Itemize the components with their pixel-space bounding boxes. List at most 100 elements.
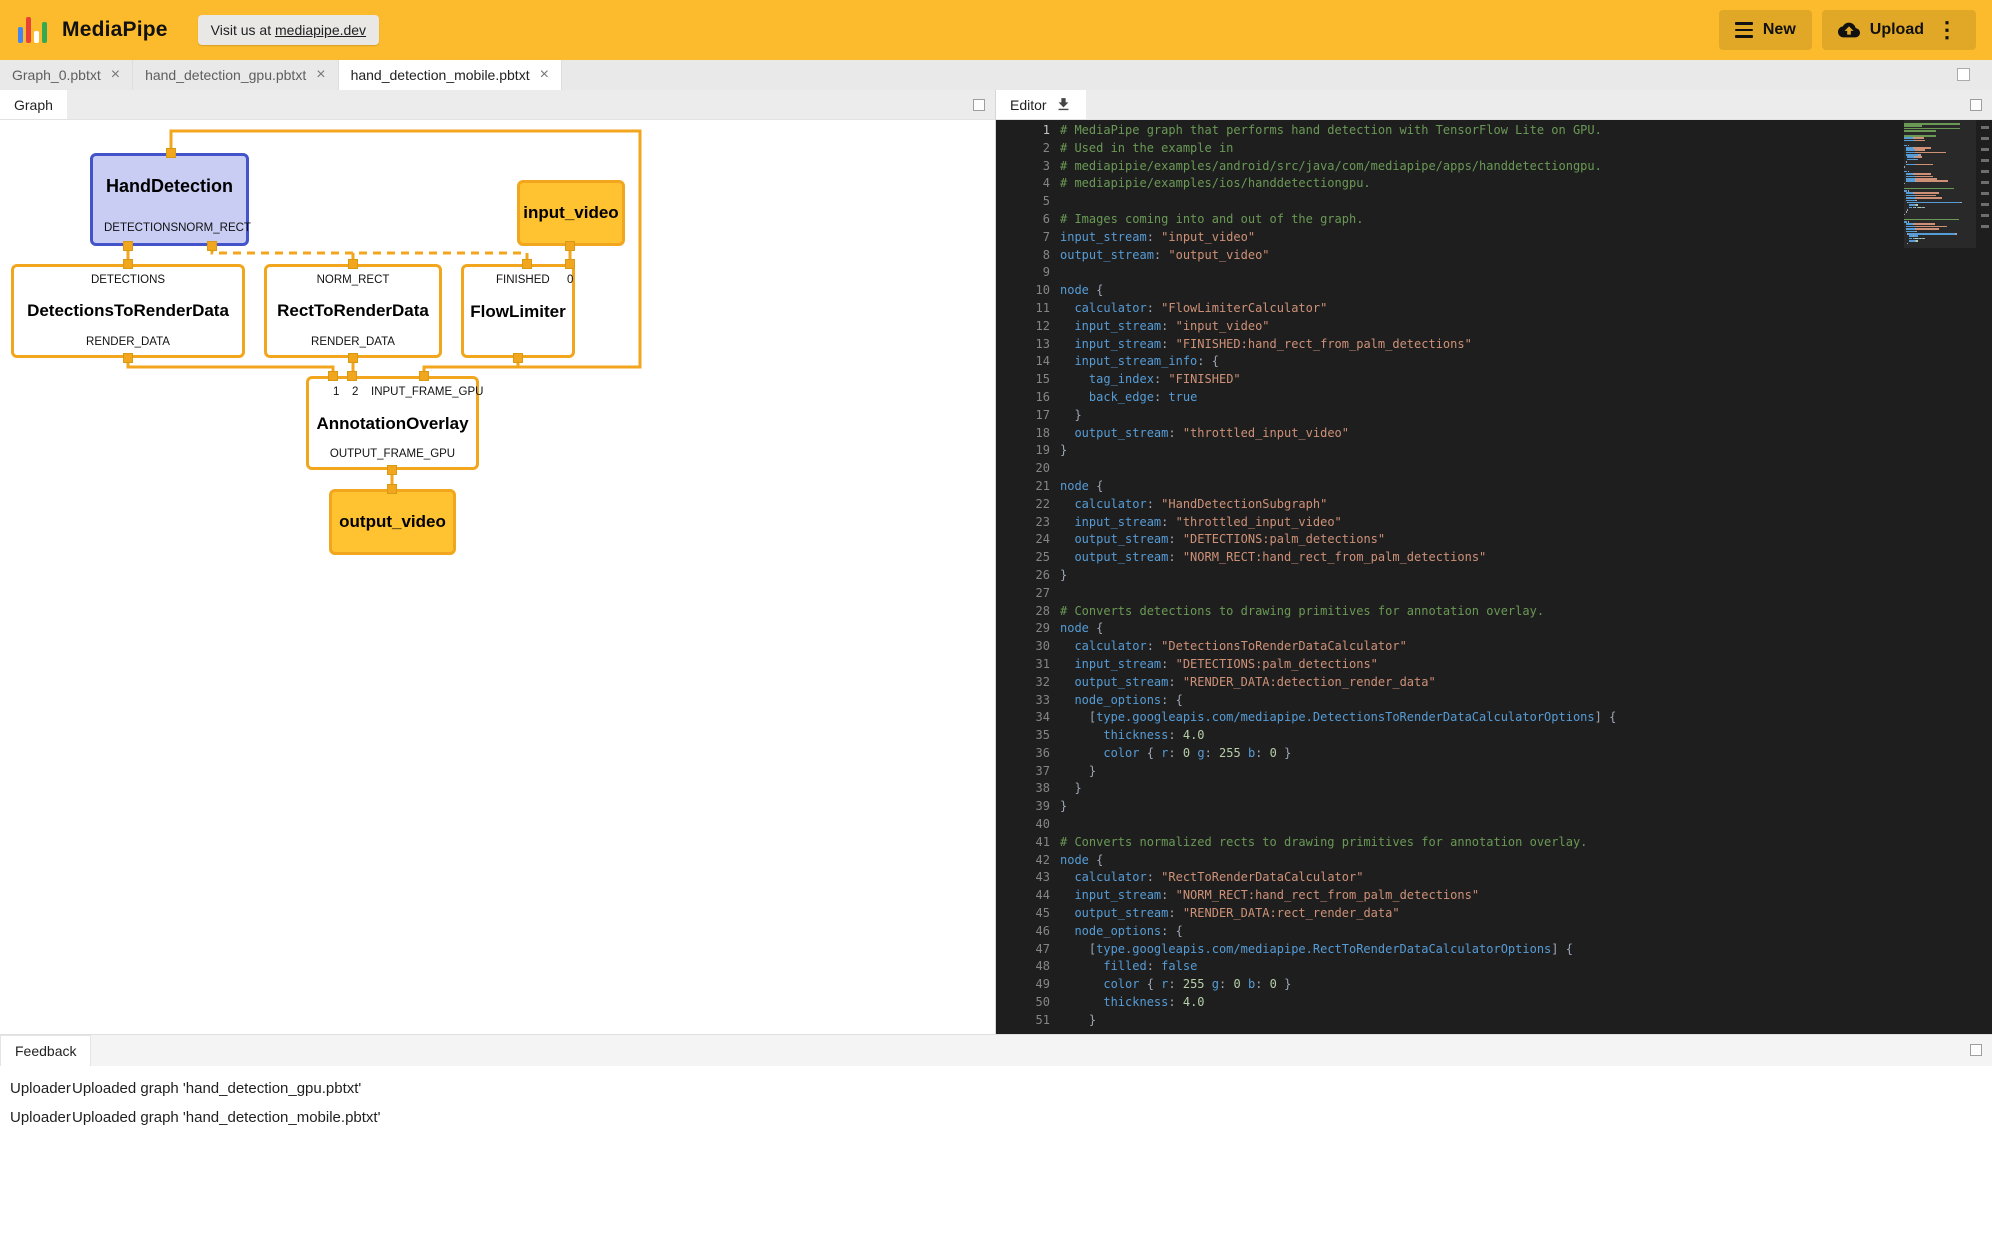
port[interactable] <box>565 241 575 251</box>
code-line[interactable]: tag_index: "FINISHED" <box>1060 371 1992 389</box>
code-line[interactable] <box>1060 264 1992 282</box>
restore-window-icon[interactable] <box>1957 68 1970 81</box>
graph-node-hand-detection[interactable]: HandDetection DETECTIONS NORM_RECT <box>90 153 249 246</box>
close-tab-icon[interactable]: × <box>316 67 325 83</box>
expand-editor-panel-icon[interactable] <box>1970 99 1982 111</box>
upload-button[interactable]: Upload ⋮ <box>1822 10 1976 50</box>
graph-canvas[interactable]: HandDetection DETECTIONS NORM_RECT input… <box>0 120 995 1034</box>
code-line[interactable]: filled: false <box>1060 958 1992 976</box>
tab-graph[interactable]: Graph <box>0 90 67 119</box>
tab-editor[interactable]: Editor <box>996 90 1086 119</box>
file-tab-label: Graph_0.pbtxt <box>12 67 101 83</box>
code-line[interactable] <box>1060 193 1992 211</box>
code-line[interactable]: calculator: "HandDetectionSubgraph" <box>1060 496 1992 514</box>
code-line[interactable]: node { <box>1060 478 1992 496</box>
code-line[interactable]: # Converts detections to drawing primiti… <box>1060 603 1992 621</box>
code-line[interactable]: output_stream: "throttled_input_video" <box>1060 425 1992 443</box>
expand-feedback-panel-icon[interactable] <box>1970 1044 1982 1056</box>
port[interactable] <box>348 353 358 363</box>
code-line[interactable]: } <box>1060 567 1992 585</box>
code-line[interactable]: input_stream_info: { <box>1060 353 1992 371</box>
code-line[interactable]: # mediapipie/examples/ios/handdetectiong… <box>1060 175 1992 193</box>
code-line[interactable] <box>1060 585 1992 603</box>
code-line[interactable]: node_options: { <box>1060 692 1992 710</box>
close-tab-icon[interactable]: × <box>540 67 549 83</box>
code-line[interactable] <box>1060 816 1992 834</box>
port[interactable] <box>522 259 532 269</box>
file-tab[interactable]: Graph_0.pbtxt × <box>0 60 133 90</box>
close-tab-icon[interactable]: × <box>111 67 120 83</box>
code-line[interactable]: } <box>1060 780 1992 798</box>
graph-node-annotation-overlay[interactable]: 1 2 INPUT_FRAME_GPU AnnotationOverlay OU… <box>306 376 479 470</box>
code-line[interactable]: output_stream: "RENDER_DATA:detection_re… <box>1060 674 1992 692</box>
code-line[interactable]: input_stream: "throttled_input_video" <box>1060 514 1992 532</box>
code-line[interactable]: # mediapipie/examples/android/src/java/c… <box>1060 158 1992 176</box>
code-line[interactable]: node { <box>1060 282 1992 300</box>
line-number: 10 <box>996 282 1060 300</box>
graph-node-detections-to-render-data[interactable]: DETECTIONS DetectionsToRenderData RENDER… <box>11 264 245 358</box>
port[interactable] <box>166 148 176 158</box>
code-line[interactable]: input_stream: "NORM_RECT:hand_rect_from_… <box>1060 887 1992 905</box>
code-line[interactable]: back_edge: true <box>1060 389 1992 407</box>
code-line[interactable]: calculator: "RectToRenderDataCalculator" <box>1060 869 1992 887</box>
code-line[interactable]: output_stream: "output_video" <box>1060 247 1992 265</box>
code-line[interactable]: node_options: { <box>1060 923 1992 941</box>
tab-feedback[interactable]: Feedback <box>0 1035 91 1066</box>
code-line[interactable]: input_stream: "FINISHED:hand_rect_from_p… <box>1060 336 1992 354</box>
code-line[interactable]: # Converts normalized rects to drawing p… <box>1060 834 1992 852</box>
code-line[interactable]: color { r: 0 g: 255 b: 0 } <box>1060 745 1992 763</box>
graph-node-rect-to-render-data[interactable]: NORM_RECT RectToRenderData RENDER_DATA <box>264 264 442 358</box>
port[interactable] <box>207 241 217 251</box>
code-line[interactable]: } <box>1060 1012 1992 1030</box>
graph-node-flow-limiter[interactable]: FINISHED 0 FlowLimiter <box>461 264 575 358</box>
file-tab[interactable]: hand_detection_mobile.pbtxt× <box>339 60 562 90</box>
code-line[interactable]: } <box>1060 442 1992 460</box>
port[interactable] <box>328 371 338 381</box>
code-line[interactable]: output_stream: "RENDER_DATA:rect_render_… <box>1060 905 1992 923</box>
file-tab[interactable]: hand_detection_gpu.pbtxt× <box>133 60 338 90</box>
code-editor[interactable]: 1234567891011121314151617181920212223242… <box>996 120 1992 1034</box>
code-line[interactable]: # Used in the example in <box>1060 140 1992 158</box>
code-line[interactable]: input_stream: "input_video" <box>1060 318 1992 336</box>
code-line[interactable]: [type.googleapis.com/mediapipe.RectToRen… <box>1060 941 1992 959</box>
new-button[interactable]: New <box>1719 10 1812 50</box>
code-line[interactable]: } <box>1060 407 1992 425</box>
code-line[interactable]: output_stream: "DETECTIONS:palm_detectio… <box>1060 531 1992 549</box>
port[interactable] <box>348 259 358 269</box>
port[interactable] <box>387 465 397 475</box>
code-line[interactable] <box>1060 460 1992 478</box>
port-label-0: 0 <box>567 274 573 286</box>
port[interactable] <box>123 353 133 363</box>
minimap[interactable] <box>1904 123 1976 245</box>
port[interactable] <box>387 484 397 494</box>
port[interactable] <box>123 259 133 269</box>
port[interactable] <box>347 371 357 381</box>
upload-more-options-icon[interactable]: ⋮ <box>1934 19 1960 41</box>
header: MediaPipe Visit us at mediapipe.dev New … <box>0 0 1992 60</box>
port[interactable] <box>565 259 575 269</box>
editor-panel: Editor 123456789101112131415161718192021… <box>996 90 1992 1034</box>
code-line[interactable]: color { r: 255 g: 0 b: 0 } <box>1060 976 1992 994</box>
expand-graph-panel-icon[interactable] <box>973 99 985 111</box>
code-line[interactable]: # Images coming into and out of the grap… <box>1060 211 1992 229</box>
code-line[interactable]: thickness: 4.0 <box>1060 994 1992 1012</box>
port[interactable] <box>123 241 133 251</box>
port[interactable] <box>513 353 523 363</box>
code-line[interactable]: node { <box>1060 852 1992 870</box>
graph-node-input-video[interactable]: input_video <box>517 180 625 246</box>
code-line[interactable]: input_stream: "input_video" <box>1060 229 1992 247</box>
code-line[interactable]: calculator: "FlowLimiterCalculator" <box>1060 300 1992 318</box>
code-line[interactable]: thickness: 4.0 <box>1060 727 1992 745</box>
graph-node-output-video[interactable]: output_video <box>329 489 456 555</box>
code-line[interactable]: [type.googleapis.com/mediapipe.Detection… <box>1060 709 1992 727</box>
code-line[interactable]: output_stream: "NORM_RECT:hand_rect_from… <box>1060 549 1992 567</box>
code-line[interactable]: input_stream: "DETECTIONS:palm_detection… <box>1060 656 1992 674</box>
port[interactable] <box>419 371 429 381</box>
mediapipe-dev-link[interactable]: mediapipe.dev <box>275 22 366 38</box>
code-line[interactable]: calculator: "DetectionsToRenderDataCalcu… <box>1060 638 1992 656</box>
code-line[interactable]: node { <box>1060 620 1992 638</box>
code-line[interactable]: } <box>1060 798 1992 816</box>
code-line[interactable]: # MediaPipe graph that performs hand det… <box>1060 122 1992 140</box>
code-line[interactable]: } <box>1060 763 1992 781</box>
download-graph-icon[interactable] <box>1055 96 1072 113</box>
